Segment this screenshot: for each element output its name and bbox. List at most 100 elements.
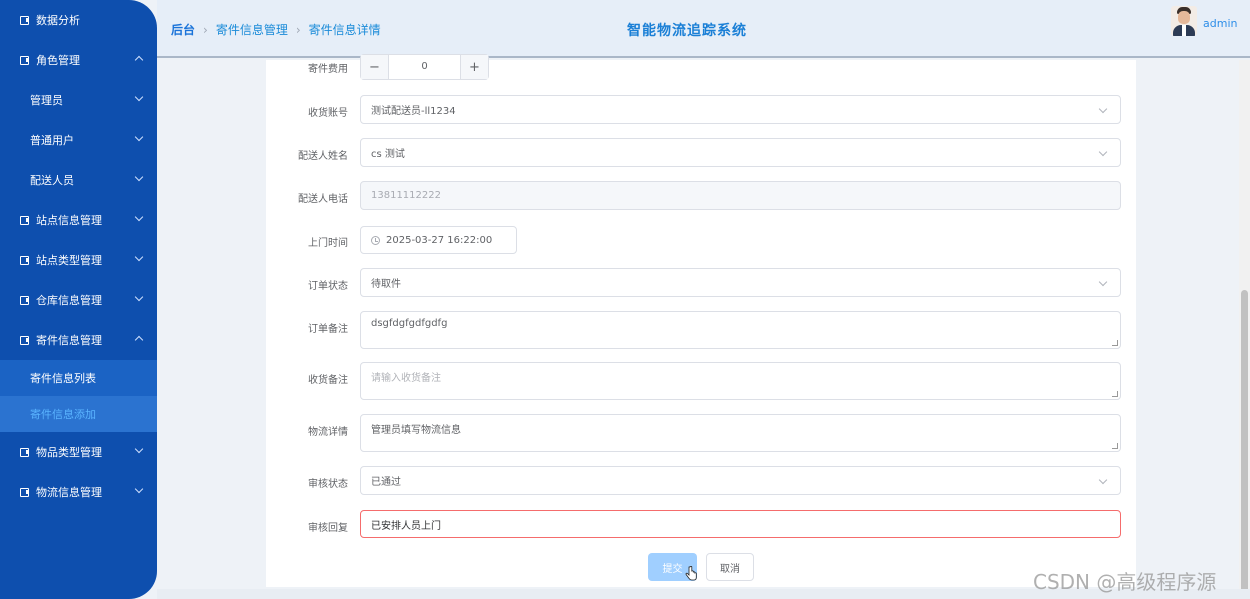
sidebar-item-label: 数据分析 xyxy=(36,14,80,27)
receive-note-textarea[interactable]: 请输入收货备注 xyxy=(360,362,1121,400)
receiver-account-value: 测试配送员-ll1234 xyxy=(371,106,456,117)
hand-cursor-icon xyxy=(685,566,697,581)
audit-status-select[interactable]: 已通过 xyxy=(360,466,1121,495)
order-status-select[interactable]: 待取件 xyxy=(360,268,1121,297)
user-name[interactable]: admin xyxy=(1203,17,1237,30)
decrement-button[interactable]: − xyxy=(361,55,389,79)
sidebar-item-label: 配送人员 xyxy=(30,174,74,187)
sidebar-item-label: 寄件信息列表 xyxy=(30,372,96,385)
menu-icon xyxy=(20,215,29,225)
page-title: 智能物流追踪系统 xyxy=(627,23,747,39)
logistics-detail-label: 物流详情 xyxy=(308,427,348,438)
sidebar-item-item-type[interactable]: 物品类型管理 xyxy=(0,432,157,472)
chevron-down-icon xyxy=(134,172,144,182)
courier-name-value: cs 测试 xyxy=(371,149,405,160)
sidebar-item-label: 站点类型管理 xyxy=(36,254,102,267)
header: 后台 › 寄件信息管理 › 寄件信息详情 智能物流追踪系统 admin xyxy=(157,0,1250,58)
sidebar-item-logistics[interactable]: 物流信息管理 xyxy=(0,472,157,512)
chevron-down-icon xyxy=(134,292,144,302)
menu-icon xyxy=(20,255,29,265)
chevron-down-icon xyxy=(134,444,144,454)
resize-handle-icon[interactable] xyxy=(1112,443,1118,449)
courier-phone-value: 13811112222 xyxy=(371,190,441,201)
breadcrumb: 后台 › 寄件信息管理 › 寄件信息详情 xyxy=(171,21,381,38)
menu-icon xyxy=(20,335,29,345)
resize-handle-icon[interactable] xyxy=(1112,340,1118,346)
sidebar-item-label: 仓库信息管理 xyxy=(36,294,102,307)
scrollbar-thumb[interactable] xyxy=(1241,290,1248,599)
chevron-down-icon xyxy=(134,212,144,222)
receive-note-placeholder: 请输入收货备注 xyxy=(371,373,441,384)
watermark: CSDN @高级程序源 xyxy=(1033,570,1217,594)
order-note-value: dsgfdgfgdfgdfg xyxy=(371,318,448,329)
sidebar-item-normal-user[interactable]: 普通用户 xyxy=(0,120,157,160)
logistics-detail-value: 管理员填写物流信息 xyxy=(371,425,461,436)
sidebar: 数据分析 角色管理 管理员 普通用户 配送人员 站点信息管理 站点类型管理 仓库… xyxy=(0,0,157,599)
courier-name-label: 配送人姓名 xyxy=(298,151,348,162)
audit-reply-value: 已安排人员上门 xyxy=(371,520,441,532)
sidebar-item-shipment-add[interactable]: 寄件信息添加 xyxy=(0,396,157,432)
chevron-down-icon xyxy=(134,92,144,102)
sidebar-item-label: 物流信息管理 xyxy=(36,486,102,499)
sidebar-item-shipment[interactable]: 寄件信息管理 xyxy=(0,320,157,360)
menu-icon xyxy=(20,447,29,457)
resize-handle-icon[interactable] xyxy=(1112,391,1118,397)
breadcrumb-shipment-management[interactable]: 寄件信息管理 xyxy=(216,21,288,38)
audit-status-label: 审核状态 xyxy=(308,479,348,490)
courier-phone-input: 13811112222 xyxy=(360,181,1121,210)
receiver-account-select[interactable]: 测试配送员-ll1234 xyxy=(360,95,1121,124)
breadcrumb-shipment-detail: 寄件信息详情 xyxy=(308,23,381,37)
menu-icon xyxy=(20,55,29,65)
sidebar-item-role-management[interactable]: 角色管理 xyxy=(0,40,157,80)
breadcrumb-home[interactable]: 后台 xyxy=(171,21,195,38)
fee-value[interactable]: 0 xyxy=(389,55,460,79)
sidebar-item-label: 寄件信息添加 xyxy=(30,408,96,421)
chevron-down-icon xyxy=(1098,475,1108,484)
receive-note-label: 收货备注 xyxy=(308,375,348,386)
menu-icon xyxy=(20,487,29,497)
sidebar-item-warehouse[interactable]: 仓库信息管理 xyxy=(0,280,157,320)
courier-name-select[interactable]: cs 测试 xyxy=(360,138,1121,167)
menu-icon xyxy=(20,295,29,305)
menu-icon xyxy=(20,15,29,25)
audit-status-value: 已通过 xyxy=(371,477,401,488)
pickup-time-value: 2025-03-27 16:22:00 xyxy=(386,234,493,246)
audit-reply-input[interactable]: 已安排人员上门 xyxy=(360,510,1121,538)
chevron-up-icon xyxy=(134,55,144,65)
chevron-down-icon xyxy=(134,484,144,494)
receiver-account-label: 收货账号 xyxy=(308,108,348,119)
order-note-textarea[interactable]: dsgfdgfgdfgdfg xyxy=(360,311,1121,349)
courier-phone-label: 配送人电话 xyxy=(298,194,348,205)
chevron-down-icon xyxy=(1098,147,1108,156)
sidebar-item-station-type[interactable]: 站点类型管理 xyxy=(0,240,157,280)
cancel-button[interactable]: 取消 xyxy=(706,553,754,581)
sidebar-item-label: 站点信息管理 xyxy=(36,214,102,227)
form-card: 寄件费用 − 0 + 收货账号 测试配送员-ll1234 配送人姓名 cs 测试… xyxy=(266,54,1136,587)
pickup-time-label: 上门时间 xyxy=(308,238,348,249)
sidebar-item-shipment-list[interactable]: 寄件信息列表 xyxy=(0,360,157,396)
fee-label: 寄件费用 xyxy=(308,64,348,75)
sidebar-item-admin[interactable]: 管理员 xyxy=(0,80,157,120)
chevron-down-icon xyxy=(134,132,144,142)
logistics-detail-textarea[interactable]: 管理员填写物流信息 xyxy=(360,414,1121,452)
clock-icon xyxy=(371,235,380,245)
order-status-value: 待取件 xyxy=(371,279,401,290)
sidebar-item-label: 物品类型管理 xyxy=(36,446,102,459)
sidebar-item-label: 管理员 xyxy=(30,94,63,107)
sidebar-item-station-info[interactable]: 站点信息管理 xyxy=(0,200,157,240)
sidebar-item-data-analysis[interactable]: 数据分析 xyxy=(0,0,157,40)
pickup-time-picker[interactable]: 2025-03-27 16:22:00 xyxy=(360,226,517,254)
sidebar-item-label: 角色管理 xyxy=(36,54,80,67)
order-note-label: 订单备注 xyxy=(308,324,348,335)
vertical-scrollbar[interactable] xyxy=(1239,60,1250,599)
sidebar-item-label: 普通用户 xyxy=(30,134,74,147)
increment-button[interactable]: + xyxy=(460,55,488,79)
sidebar-item-label: 寄件信息管理 xyxy=(36,334,102,347)
avatar[interactable] xyxy=(1171,6,1197,36)
order-status-label: 订单状态 xyxy=(308,281,348,292)
chevron-down-icon xyxy=(1098,277,1108,286)
chevron-up-icon xyxy=(134,335,144,345)
sidebar-item-courier[interactable]: 配送人员 xyxy=(0,160,157,200)
chevron-down-icon xyxy=(1098,104,1108,113)
fee-stepper[interactable]: − 0 + xyxy=(360,54,489,80)
